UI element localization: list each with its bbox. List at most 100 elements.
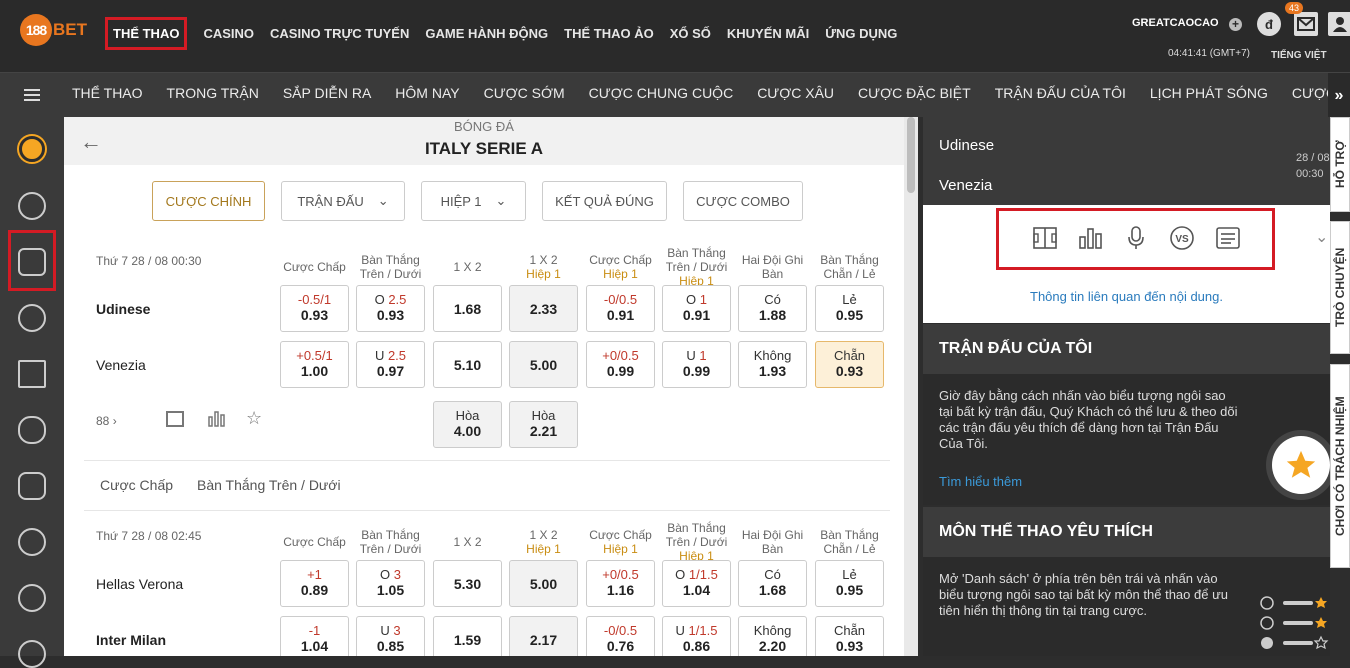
related-info-link[interactable]: Thông tin liên quan đến nội dung. bbox=[923, 289, 1330, 304]
odds-button[interactable]: 5.00 bbox=[509, 560, 578, 607]
basketball-icon[interactable] bbox=[18, 192, 46, 220]
tab-main-bets[interactable]: CƯỢC CHÍNH bbox=[152, 181, 265, 221]
subtab-over-under[interactable]: Bàn Thắng Trên / Dưới bbox=[197, 477, 341, 493]
statistics-icon[interactable] bbox=[1078, 225, 1104, 251]
scrollbar-thumb[interactable] bbox=[907, 117, 915, 193]
scoreboard-icon[interactable] bbox=[1215, 225, 1241, 251]
commentary-mic-icon[interactable] bbox=[1123, 225, 1149, 251]
tab-combo[interactable]: CƯỢC COMBO bbox=[683, 181, 803, 221]
subnav-upcoming[interactable]: SẮP DIỄN RA bbox=[283, 85, 371, 101]
deposit-plus-icon[interactable]: + bbox=[1229, 18, 1242, 31]
nav-action-games[interactable]: GAME HÀNH ĐỘNG bbox=[425, 26, 548, 41]
currency-icon[interactable]: đ bbox=[1257, 12, 1281, 36]
odds-button[interactable]: Chẵn 0.93 bbox=[815, 341, 884, 388]
odds-button[interactable]: -0/0.5 0.76 bbox=[586, 616, 655, 656]
subnav-sports[interactable]: THỂ THAO bbox=[72, 85, 143, 101]
username[interactable]: GREATCAOCAO bbox=[1132, 17, 1219, 29]
learn-more-link[interactable]: Tìm hiểu thêm bbox=[939, 474, 1022, 489]
odds-draw-half-button[interactable]: Hòa 2.21 bbox=[509, 401, 578, 448]
badminton-icon[interactable] bbox=[18, 640, 46, 668]
odds-button[interactable]: Có 1.68 bbox=[738, 560, 807, 607]
subnav-broadcast[interactable]: LỊCH PHÁT SÓNG bbox=[1150, 85, 1268, 101]
snooker-icon[interactable] bbox=[18, 360, 46, 388]
odds-draw-button[interactable]: Hòa 4.00 bbox=[433, 401, 502, 448]
odds-button[interactable]: Lẻ 0.95 bbox=[815, 560, 884, 607]
odds-button[interactable]: U 3 0.85 bbox=[356, 616, 425, 656]
american-football-icon[interactable] bbox=[18, 416, 46, 444]
odds-button[interactable]: O 1 0.91 bbox=[662, 285, 731, 332]
chevron-right-icon[interactable]: » bbox=[1328, 73, 1350, 118]
favorite-star-icon[interactable]: ☆ bbox=[246, 408, 262, 429]
boxing-icon[interactable] bbox=[18, 472, 46, 500]
odds-button[interactable]: 1.68 bbox=[433, 285, 502, 332]
odds-button[interactable]: Lẻ 0.95 bbox=[815, 285, 884, 332]
odds-button[interactable]: O 3 1.05 bbox=[356, 560, 425, 607]
odds-button[interactable]: 1.59 bbox=[433, 616, 502, 656]
nav-live-casino[interactable]: CASINO TRỰC TUYẾN bbox=[270, 26, 409, 41]
cricket-icon[interactable] bbox=[18, 528, 46, 556]
tennis-icon[interactable] bbox=[18, 248, 46, 276]
main-scrollbar[interactable] bbox=[904, 117, 918, 656]
logo[interactable]: 188 BET bbox=[20, 14, 87, 46]
odds-button[interactable]: -0.5/1 0.93 bbox=[280, 285, 349, 332]
chat-tab[interactable]: TRÒ CHUYỆN bbox=[1330, 221, 1350, 354]
odds-value: 0.76 bbox=[606, 638, 635, 654]
pitch-view-icon[interactable] bbox=[1032, 225, 1058, 251]
tab-match[interactable]: TRẬN ĐẤU ⌄ bbox=[281, 181, 405, 221]
odds-button[interactable]: +0/0.5 1.16 bbox=[586, 560, 655, 607]
subnav-in-play[interactable]: TRONG TRẬN bbox=[167, 85, 259, 101]
home-team[interactable]: Hellas Verona bbox=[96, 576, 183, 592]
subnav-early[interactable]: CƯỢC SỚM bbox=[484, 85, 565, 101]
nav-promotions[interactable]: KHUYẾN MÃI bbox=[727, 26, 809, 41]
odds-button[interactable]: +0.5/1 1.00 bbox=[280, 341, 349, 388]
odds-button[interactable]: +1 0.89 bbox=[280, 560, 349, 607]
nav-casino[interactable]: CASINO bbox=[203, 26, 254, 41]
odds-button[interactable]: U 2.5 0.97 bbox=[356, 341, 425, 388]
odds-button[interactable]: -0/0.5 0.91 bbox=[586, 285, 655, 332]
nav-lottery[interactable]: XỔ SỐ bbox=[670, 26, 711, 41]
odds-button[interactable]: 5.00 bbox=[509, 341, 578, 388]
odds-button[interactable]: -1 1.04 bbox=[280, 616, 349, 656]
stats-icon[interactable] bbox=[208, 409, 226, 432]
odds-button[interactable]: 5.30 bbox=[433, 560, 502, 607]
pitch-icon[interactable] bbox=[166, 411, 184, 427]
language-selector[interactable]: TIẾNG VIỆT bbox=[1271, 50, 1327, 61]
odds-button[interactable]: 2.33 bbox=[509, 285, 578, 332]
odds-button[interactable]: Không 2.20 bbox=[738, 616, 807, 656]
subnav-outright[interactable]: CƯỢC CHUNG CUỘC bbox=[589, 85, 734, 101]
tab-correct-score[interactable]: KẾT QUẢ ĐÚNG bbox=[542, 181, 667, 221]
odds-button[interactable]: 2.17 bbox=[509, 616, 578, 656]
subnav-my-matches[interactable]: TRẬN ĐẤU CỦA TÔI bbox=[995, 85, 1126, 101]
darts-icon[interactable] bbox=[18, 584, 46, 612]
away-team[interactable]: Inter Milan bbox=[96, 632, 166, 648]
mail-icon[interactable] bbox=[1294, 12, 1318, 36]
odds-button[interactable]: Có 1.88 bbox=[738, 285, 807, 332]
baseball-icon[interactable] bbox=[18, 304, 46, 332]
subnav-parlay[interactable]: CƯỢC XÂU bbox=[757, 85, 834, 101]
odds-button[interactable]: O 2.5 0.93 bbox=[356, 285, 425, 332]
subnav-special[interactable]: CƯỢC ĐẶC BIỆT bbox=[858, 85, 971, 101]
odds-button[interactable]: +0/0.5 0.99 bbox=[586, 341, 655, 388]
more-markets-count[interactable]: 88 › bbox=[96, 414, 117, 428]
soccer-icon[interactable] bbox=[19, 136, 45, 162]
odds-button[interactable]: O 1/1.5 1.04 bbox=[662, 560, 731, 607]
nav-apps[interactable]: ỨNG DỤNG bbox=[825, 26, 897, 41]
nav-virtual-sports[interactable]: THỂ THAO ẢO bbox=[564, 26, 654, 41]
nav-sports[interactable]: THỂ THAO bbox=[105, 16, 188, 50]
odds-button[interactable]: Không 1.93 bbox=[738, 341, 807, 388]
odds-button[interactable]: 5.10 bbox=[433, 341, 502, 388]
odds-button[interactable]: U 1 0.99 bbox=[662, 341, 731, 388]
chevron-down-icon[interactable]: ⌄ bbox=[1315, 227, 1328, 247]
away-team[interactable]: Venezia bbox=[96, 357, 146, 373]
head-to-head-vs-icon[interactable]: VS bbox=[1169, 225, 1195, 251]
home-team[interactable]: Udinese bbox=[96, 301, 150, 317]
odds-button[interactable]: U 1/1.5 0.86 bbox=[662, 616, 731, 656]
subnav-today[interactable]: HÔM NAY bbox=[395, 85, 459, 101]
responsible-gaming-tab[interactable]: CHƠI CÓ TRÁCH NHIỆM bbox=[1330, 364, 1350, 568]
tab-first-half[interactable]: HIỆP 1 ⌄ bbox=[421, 181, 526, 221]
support-tab[interactable]: HỖ TRỢ bbox=[1330, 117, 1350, 212]
profile-icon[interactable] bbox=[1328, 12, 1350, 36]
odds-button[interactable]: Chẵn 0.93 bbox=[815, 616, 884, 656]
menu-icon[interactable] bbox=[24, 89, 40, 101]
subtab-handicap[interactable]: Cược Chấp bbox=[100, 477, 173, 493]
